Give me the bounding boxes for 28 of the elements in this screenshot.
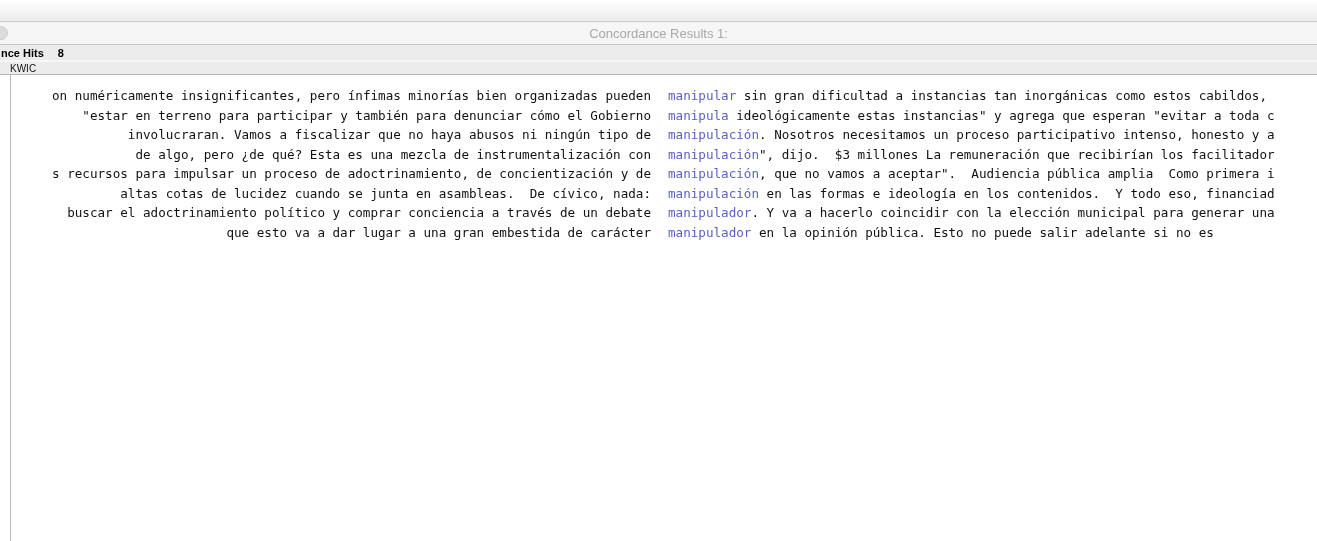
- right-context: en la opinión pública. Esto no puede salir adelante si no es: [758, 224, 1214, 240]
- view-tab[interactable]: KWIC: [10, 62, 37, 74]
- right-context: en las formas e ideología en los contenidos. Y todo eso, financiad: [765, 185, 1275, 201]
- right-context: , que no vamos a aceptar". Audiencia pública amplia Como primera i: [759, 166, 1275, 182]
- right-context: ", dijo. $3 millones La remuneración que recibirían los facilitador: [759, 146, 1275, 162]
- left-context: on numéricamente insignificantes, pero ínfimas minorías bien organizadas pueden: [51, 88, 651, 104]
- keyword-hit[interactable]: manipular: [668, 88, 737, 104]
- right-context: sin gran dificultad a instancias tan inorgánicas como estos cabildos,: [742, 88, 1267, 104]
- keyword-hit[interactable]: manipulación: [668, 146, 759, 162]
- window-title: Concordance Results 1:: [588, 25, 729, 41]
- keyword-hit[interactable]: manipulador: [668, 205, 752, 221]
- right-context: . Nosotros necesitamos un proceso participativo intenso, honesto y a: [759, 127, 1275, 143]
- hits-count: 8: [57, 46, 64, 59]
- hits-label: nce Hits: [1, 46, 44, 59]
- right-context: . Y va a hacerlo coincidir con la elección municipal para generar una: [751, 205, 1275, 221]
- left-context: de algo, pero ¿de qué? Esta es una mezcla de instrumentalización con: [134, 146, 651, 162]
- left-context: s recursos para impulsar un proceso de adoctrinamiento, de concientización y de: [51, 166, 651, 182]
- left-context: altas cotas de lucidez cuando se junta en asambleas. De cívico, nada:: [119, 185, 651, 201]
- keyword-hit[interactable]: manipulación: [668, 127, 759, 143]
- left-context: buscar el adoctrinamiento político y comprar conciencia a través de un debate: [66, 205, 651, 221]
- keyword-hit[interactable]: manipulador: [668, 224, 752, 240]
- left-context: "estar en terreno para participar y también para denunciar cómo el Gobierno: [81, 107, 651, 123]
- left-context: que esto va a dar lugar a una gran embestida de carácter: [225, 224, 651, 240]
- keyword-hit[interactable]: manipulación: [668, 166, 759, 182]
- keyword-hit[interactable]: manipula: [668, 107, 729, 123]
- right-context: ideológicamente estas instancias" y agrega que esperan "evitar a toda c: [735, 107, 1275, 123]
- left-context: involucraran. Vamos a fiscalizar que no haya abusos ni ningún tipo de: [126, 127, 651, 143]
- keyword-hit[interactable]: manipulación: [668, 185, 759, 201]
